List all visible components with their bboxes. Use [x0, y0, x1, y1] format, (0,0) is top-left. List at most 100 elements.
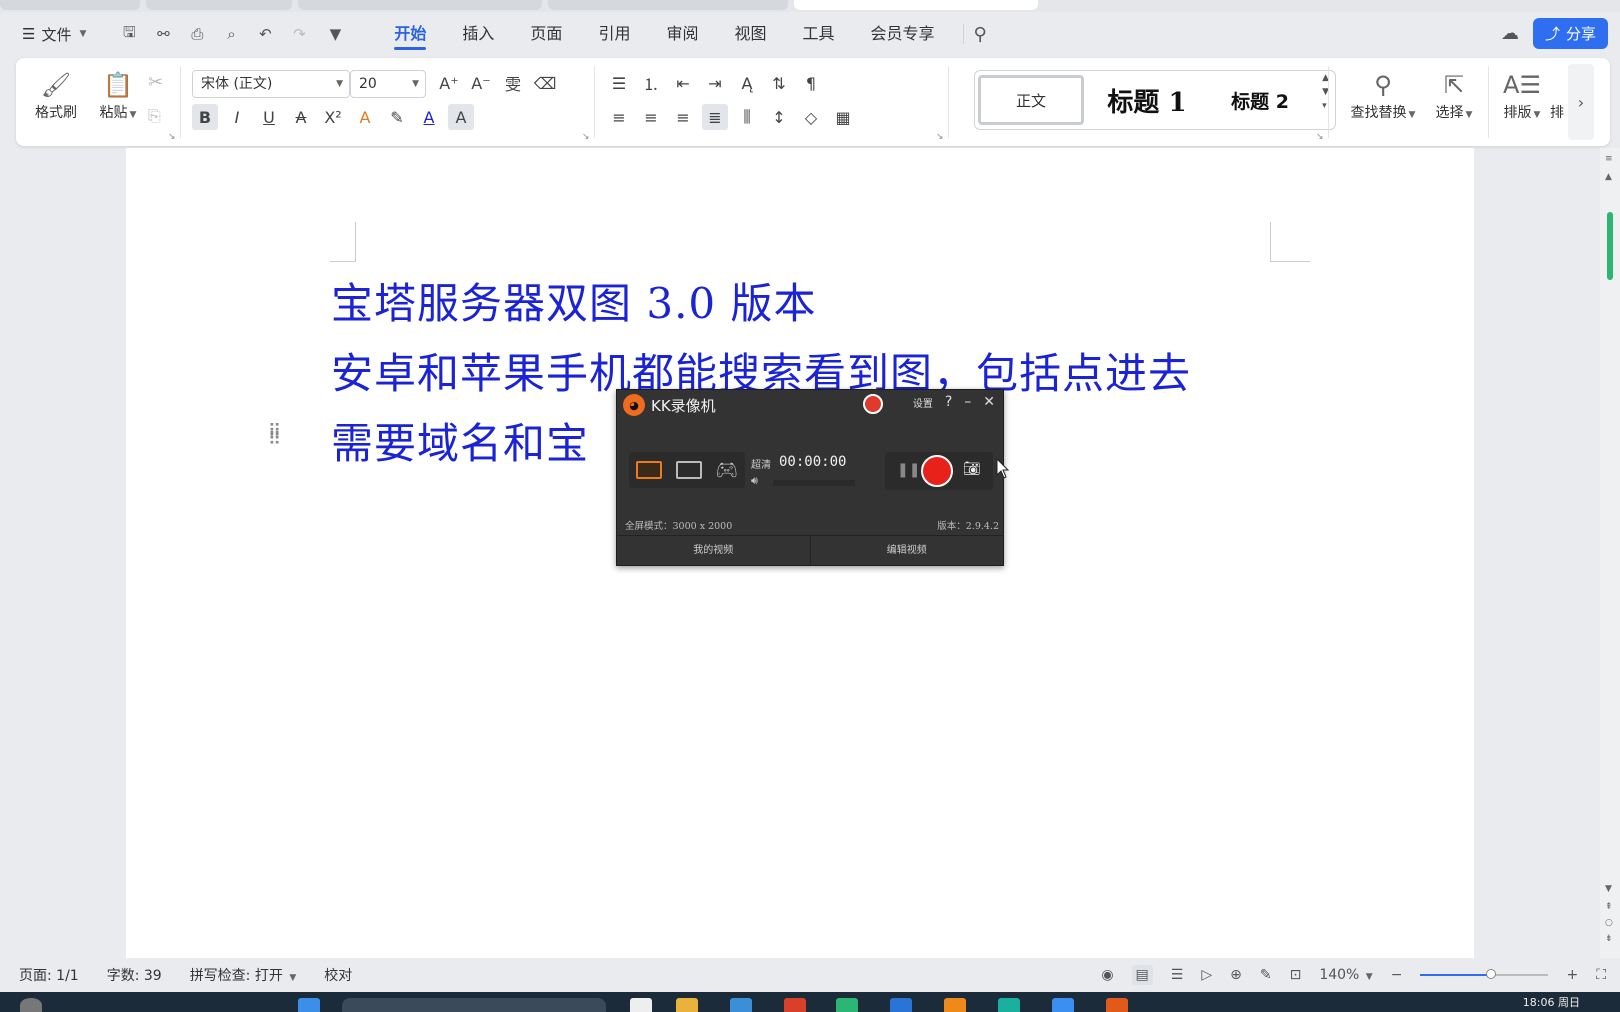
file-menu-button[interactable]: ☰ 文件 ▼ — [22, 24, 86, 45]
pen-icon[interactable]: ✎ — [1260, 967, 1272, 983]
align-right-icon[interactable]: ≡ — [670, 104, 696, 130]
style-normal[interactable]: 正文 — [978, 75, 1084, 125]
tab-review[interactable]: 审阅 — [648, 14, 716, 54]
kk-taskbar-icon[interactable] — [1106, 998, 1128, 1012]
eye-icon[interactable]: ◉ — [1101, 967, 1113, 983]
taskbar-app-icon[interactable] — [944, 998, 966, 1012]
clear-format-icon[interactable]: ⌫ — [532, 70, 558, 96]
more-tools-button[interactable]: 排 — [1550, 68, 1564, 122]
expand-icon[interactable]: ↘ — [168, 132, 176, 142]
line-spacing-icon[interactable]: ↕ — [766, 104, 792, 130]
next-page-icon[interactable]: ⇟ — [1605, 934, 1613, 944]
expand-icon[interactable]: ↘ — [936, 132, 944, 142]
increase-indent-icon[interactable]: ⇥ — [702, 70, 728, 96]
kk-quality-label[interactable]: 超清 — [751, 456, 771, 471]
document-tab[interactable] — [0, 0, 140, 10]
taskbar-search[interactable] — [342, 998, 606, 1012]
distribute-icon[interactable]: ⫼ — [734, 104, 760, 130]
numbered-list-icon[interactable]: ⒈ — [638, 70, 664, 96]
strikethrough-icon[interactable]: A — [288, 104, 314, 130]
print-preview-icon[interactable]: ⌕ — [220, 23, 242, 45]
kk-settings-button[interactable]: 设置 — [913, 395, 933, 410]
style-heading1[interactable]: 标题 1 — [1084, 82, 1210, 119]
minimize-icon[interactable]: – — [964, 394, 971, 410]
share-button[interactable]: ⤴ 分享 — [1532, 18, 1608, 49]
region-mode-icon[interactable] — [675, 461, 702, 479]
page-view-icon[interactable]: ▤ — [1131, 965, 1153, 985]
font-name-select[interactable]: 宋体 (正文) ▼ — [192, 70, 350, 98]
tab-member[interactable]: 会员专享 — [853, 14, 953, 54]
document-tab-active[interactable] — [794, 0, 1038, 10]
scroll-thumb[interactable] — [1607, 212, 1613, 280]
text-effect-icon[interactable]: A — [352, 104, 378, 130]
camera-icon[interactable]: 📷︎ — [963, 461, 981, 477]
cut-icon[interactable]: ✂ — [148, 72, 163, 93]
font-color-icon[interactable]: A — [416, 104, 442, 130]
select-button[interactable]: ⇱ 选择 ▼ — [1430, 68, 1478, 122]
pause-icon[interactable]: ❚❚ — [897, 462, 920, 478]
start-icon[interactable] — [298, 998, 320, 1012]
font-size-select[interactable]: 20 ▼ — [350, 70, 426, 98]
align-left-icon[interactable]: ≡ — [606, 104, 632, 130]
zoom-slider[interactable] — [1420, 969, 1549, 979]
zoom-in-icon[interactable]: + — [1566, 967, 1578, 983]
document-line-1[interactable]: 宝塔服务器双图 3.0 版本 — [331, 270, 817, 331]
fullscreen-icon[interactable]: ⛶ — [1596, 967, 1606, 983]
link-icon[interactable]: ⚯ — [152, 23, 174, 45]
folder-icon[interactable] — [676, 998, 698, 1012]
copy-icon[interactable]: ⎘ — [148, 106, 161, 126]
bold-icon[interactable]: B — [192, 104, 218, 130]
proofread-button[interactable]: 校对 — [324, 965, 352, 985]
split-icon[interactable]: ≡ — [1605, 154, 1613, 164]
italic-icon[interactable]: I — [224, 104, 250, 130]
taskbar-app-icon[interactable] — [630, 998, 652, 1012]
zoom-out-icon[interactable]: − — [1391, 967, 1403, 983]
close-icon[interactable]: ✕ — [983, 394, 995, 410]
bullet-list-icon[interactable]: ☰ — [606, 70, 632, 96]
ribbon-scroll-right[interactable]: › — [1568, 64, 1594, 140]
fit-page-icon[interactable]: ⊡ — [1290, 967, 1302, 983]
volume-icon[interactable]: 🔊︎ — [751, 474, 758, 488]
text-direction-icon[interactable]: Ą — [734, 70, 760, 96]
prev-page-icon[interactable]: ⇞ — [1605, 902, 1613, 912]
expand-icon[interactable]: ↘ — [582, 132, 590, 142]
store-icon[interactable] — [730, 998, 752, 1012]
print-icon[interactable]: ⎙ — [186, 23, 208, 45]
undo-icon[interactable]: ↶ — [254, 23, 276, 45]
wechat-icon[interactable] — [836, 998, 858, 1012]
save-icon[interactable]: 🖫 — [118, 23, 140, 45]
grow-font-icon[interactable]: A⁺ — [436, 70, 462, 96]
tab-home[interactable]: 开始 — [376, 14, 444, 54]
kk-help-button[interactable]: ? — [945, 394, 952, 410]
redo-icon[interactable]: ↷ — [288, 23, 310, 45]
document-line-3[interactable]: 需要域名和宝 — [331, 410, 589, 471]
style-heading2[interactable]: 标题 2 — [1210, 87, 1310, 114]
cloud-icon[interactable]: ☁ — [1501, 23, 1519, 44]
superscript-icon[interactable]: X² — [320, 104, 346, 130]
web-view-icon[interactable]: ⊕ — [1230, 967, 1242, 983]
show-marks-icon[interactable]: ¶ — [798, 70, 824, 96]
char-shading-icon[interactable]: A — [448, 104, 474, 130]
game-mode-icon[interactable]: 🎮︎ — [715, 460, 738, 481]
edit-video-button[interactable]: 编辑视频 — [809, 536, 1004, 566]
border-icon[interactable]: ▦ — [830, 104, 856, 130]
decrease-indent-icon[interactable]: ⇤ — [670, 70, 696, 96]
tab-tools[interactable]: 工具 — [784, 14, 852, 54]
browse-object-icon[interactable]: ○ — [1605, 918, 1613, 928]
document-tab[interactable] — [548, 0, 788, 10]
search-icon[interactable]: ⚲ — [974, 24, 987, 45]
weather-icon[interactable] — [20, 998, 42, 1012]
paste-button[interactable]: 📋 粘贴 ▼ — [90, 68, 146, 122]
find-replace-button[interactable]: ⚲ 查找替换 ▼ — [1346, 68, 1420, 122]
drag-handle-icon[interactable]: ⠿ ⠿ — [268, 423, 281, 449]
align-center-icon[interactable]: ≡ — [638, 104, 664, 130]
user-avatar-icon[interactable] — [863, 394, 883, 414]
chevron-down-icon[interactable]: ▼ — [324, 23, 346, 45]
phonetic-icon[interactable]: 雯 — [500, 70, 526, 96]
my-videos-button[interactable]: 我的视频 — [617, 536, 810, 566]
outline-view-icon[interactable]: ☰ — [1171, 967, 1184, 983]
scroll-up-icon[interactable]: ▲ — [1605, 172, 1612, 182]
fullscreen-mode-icon[interactable] — [635, 461, 662, 479]
sort-icon[interactable]: ⇅ — [766, 70, 792, 96]
edge-icon[interactable] — [998, 998, 1020, 1012]
